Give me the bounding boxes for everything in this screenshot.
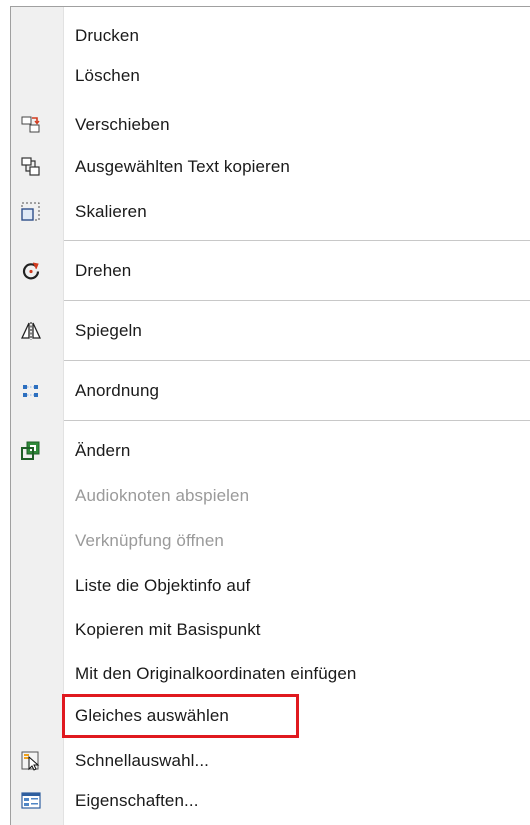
menu-item-label: Spiegeln — [75, 321, 142, 340]
menu-item-label: Ausgewählten Text kopieren — [75, 157, 290, 176]
menu-item-properties[interactable]: Eigenschaften... — [11, 783, 530, 819]
array-icon — [21, 381, 41, 401]
menu-item-open-link[interactable]: Verknüpfung öffnen — [11, 523, 530, 559]
menu-item-label: Mit den Originalkoordinaten einfügen — [75, 664, 357, 683]
mirror-icon — [20, 321, 42, 341]
menu-item-label: Verschieben — [75, 115, 170, 134]
menu-item-label: Schnellauswahl... — [75, 751, 209, 770]
menu-item-copy-with-basepoint[interactable]: Kopieren mit Basispunkt — [11, 612, 530, 648]
menu-item-label: Anordnung — [75, 381, 160, 400]
rotate-icon — [21, 261, 41, 281]
menu-item-list-object-info[interactable]: Liste die Objektinfo auf — [11, 568, 530, 604]
menu-item-verschieben[interactable]: Verschieben — [11, 107, 530, 143]
menu-item-drehen[interactable]: Drehen — [11, 253, 530, 289]
context-menu: Drucken Löschen Verschieben Ausgewählten… — [0, 0, 530, 825]
menu-item-label: Eigenschaften... — [75, 791, 199, 810]
menu-item-label: Drucken — [75, 26, 140, 45]
menu-separator — [64, 240, 530, 241]
menu-item-label: Drehen — [75, 261, 132, 280]
menu-item-drucken[interactable]: Drucken — [11, 18, 530, 54]
move-icon — [21, 115, 41, 135]
scale-icon — [21, 202, 41, 222]
menu-item-label: Audioknoten abspielen — [75, 486, 250, 505]
menu-separator — [64, 420, 530, 421]
menu-item-label: Ändern — [75, 441, 131, 460]
menu-item-paste-original-coords[interactable]: Mit den Originalkoordinaten einfügen — [11, 656, 530, 692]
menu-item-quick-select[interactable]: Schnellauswahl... — [11, 743, 530, 779]
copy-selected-text-icon — [21, 157, 41, 177]
modify-icon — [21, 441, 41, 461]
menu-item-loeschen[interactable]: Löschen — [11, 58, 530, 94]
menu-item-play-audio-node[interactable]: Audioknoten abspielen — [11, 478, 530, 514]
menu-item-aendern[interactable]: Ändern — [11, 433, 530, 469]
highlight-box — [62, 694, 299, 738]
menu-item-skalieren[interactable]: Skalieren — [11, 194, 530, 230]
menu-left-margin — [0, 6, 10, 825]
menu-item-spiegeln[interactable]: Spiegeln — [11, 313, 530, 349]
menu-item-anordnung[interactable]: Anordnung — [11, 373, 530, 409]
menu-border-top — [10, 6, 530, 7]
menu-separator — [64, 300, 530, 301]
menu-item-label: Liste die Objektinfo auf — [75, 576, 251, 595]
menu-item-label: Verknüpfung öffnen — [75, 531, 224, 550]
properties-icon — [21, 791, 41, 811]
menu-item-label: Löschen — [75, 66, 140, 85]
quick-select-icon — [21, 751, 41, 771]
menu-separator — [64, 360, 530, 361]
menu-item-label: Kopieren mit Basispunkt — [75, 620, 261, 639]
menu-item-copy-selected-text[interactable]: Ausgewählten Text kopieren — [11, 149, 530, 185]
menu-item-label: Skalieren — [75, 202, 147, 221]
